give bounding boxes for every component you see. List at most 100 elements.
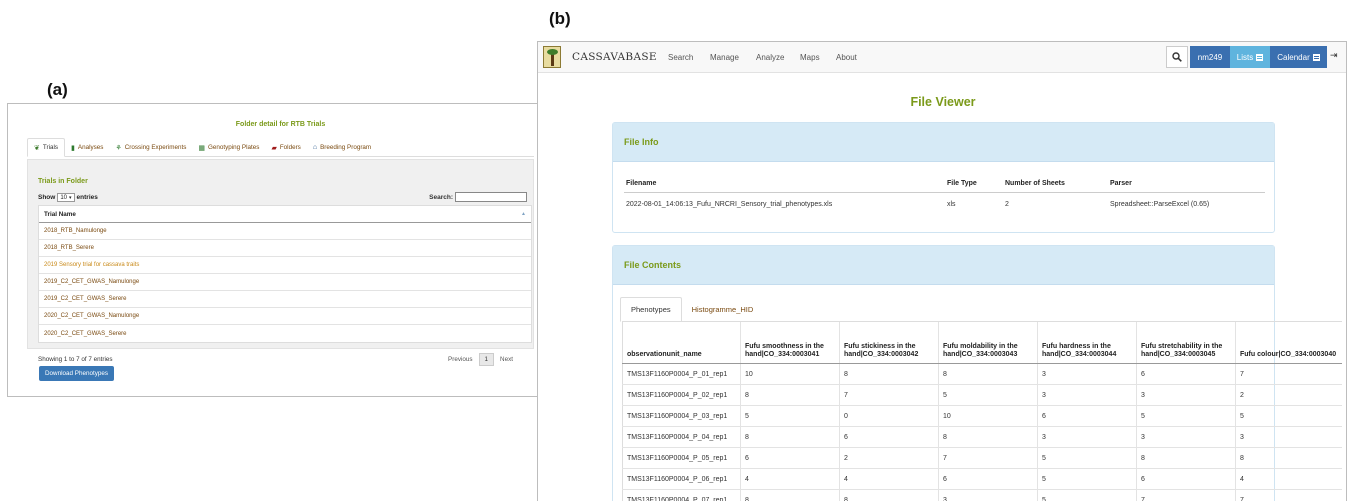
table-cell: 6 — [740, 448, 839, 468]
sheets-value: 2 — [1005, 201, 1009, 208]
column-header: Fufu hardness in the hand|CO_334:0003044 — [1037, 322, 1136, 363]
entries-label: entries — [76, 194, 98, 201]
cassava-logo-icon[interactable] — [543, 46, 561, 68]
table-cell: 7 — [839, 385, 938, 405]
table-body: TMS13F1160P0004_P_01_rep1 10 8 8 3 6 7 TMS13F11… — [622, 364, 1342, 501]
phenotypes-table: observationunit_name Fufu smoothness in … — [622, 321, 1342, 501]
column-header: observationunit_name — [622, 322, 740, 363]
filename-value: 2022-08-01_14:06:13_Fufu_NRCRI_Sensory_t… — [626, 201, 833, 208]
tab-label: Folders — [279, 144, 301, 151]
table-row[interactable]: 2018_RTB_Serere — [39, 240, 531, 257]
table-cell: 5 — [1037, 490, 1136, 501]
chevron-down-icon: ▾ — [69, 194, 72, 201]
page-title: File Viewer — [910, 95, 976, 109]
calendar-button[interactable]: Calendar — [1270, 46, 1327, 68]
logout-icon[interactable]: ⇥ — [1330, 50, 1338, 61]
table-cell: 4 — [839, 469, 938, 489]
table-row[interactable]: 2019 Sensory trial for cassava traits — [39, 257, 531, 274]
calendar-label: Calendar — [1277, 52, 1310, 62]
table-row: TMS13F1160P0004_P_07_rep1 8 8 3 5 7 7 — [622, 490, 1342, 501]
user-name: nm249 — [1197, 52, 1223, 62]
table-cell: 5 — [938, 385, 1037, 405]
lists-label: Lists — [1236, 52, 1254, 62]
nav-search[interactable]: Search — [668, 53, 693, 62]
table-cell: 2 — [839, 448, 938, 468]
tab-folders[interactable]: ▰ Folders — [265, 138, 306, 157]
column-header-trial-name[interactable]: Trial Name ▲ — [39, 206, 531, 223]
table-cell: 7 — [1235, 490, 1342, 501]
list-icon — [1256, 53, 1264, 61]
table-cell: TMS13F1160P0004_P_02_rep1 — [622, 385, 740, 405]
table-row[interactable]: 2020_C2_CET_GWAS_Namulonge — [39, 308, 531, 325]
table-cell: 5 — [1136, 406, 1235, 426]
table-row[interactable]: 2019_C2_CET_GWAS_Namulonge — [39, 274, 531, 291]
lists-button[interactable]: Lists — [1230, 46, 1270, 68]
brand-name[interactable]: CASSAVABASE — [572, 51, 657, 63]
previous-button[interactable]: Previous — [448, 356, 473, 363]
tab-analyses[interactable]: ▮ Analyses — [65, 138, 109, 157]
table-row: TMS13F1160P0004_P_04_rep1 8 6 8 3 3 3 — [622, 427, 1342, 448]
table-cell: TMS13F1160P0004_P_04_rep1 — [622, 427, 740, 447]
file-type-value: xls — [947, 201, 956, 208]
table-cell: TMS13F1160P0004_P_07_rep1 — [622, 490, 740, 501]
table-cell: 5 — [1235, 406, 1342, 426]
page-button[interactable]: 1 — [478, 353, 495, 366]
table-info: Showing 1 to 7 of 7 entries — [38, 356, 113, 363]
table-cell: 8 — [1136, 448, 1235, 468]
show-entries: Show 10 ▾ entries — [38, 193, 98, 202]
column-header: Fufu colour|CO_334:0003040 — [1235, 322, 1342, 363]
table-cell: 3 — [1136, 385, 1235, 405]
trials-in-folder-box: Trials in Folder Show 10 ▾ entries Searc… — [27, 159, 534, 366]
entries-select[interactable]: 10 ▾ — [57, 193, 75, 202]
user-button[interactable]: nm249 — [1190, 46, 1230, 68]
table-search: Search: — [429, 192, 527, 202]
nav-maps[interactable]: Maps — [800, 53, 820, 62]
column-header: Fufu moldability in the hand|CO_334:0003… — [938, 322, 1037, 363]
search-button[interactable] — [1166, 46, 1188, 68]
tab-breeding-program[interactable]: ⌂ Breeding Program — [307, 138, 377, 157]
table-cell: 7 — [1235, 364, 1342, 384]
table-row: TMS13F1160P0004_P_02_rep1 8 7 5 3 3 2 — [622, 385, 1342, 406]
bar-chart-icon: ▮ — [71, 144, 75, 152]
tab-label: Genotyping Plates — [207, 144, 260, 151]
nav-manage[interactable]: Manage — [710, 53, 739, 62]
tab-label: Breeding Program — [320, 144, 372, 151]
table-cell: 6 — [938, 469, 1037, 489]
table-cell: 0 — [839, 406, 938, 426]
tab-phenotypes[interactable]: Phenotypes — [620, 297, 682, 322]
next-button[interactable]: Next — [500, 356, 513, 363]
table-row[interactable]: 2020_C2_CET_GWAS_Serere — [39, 325, 531, 342]
search-input[interactable] — [455, 192, 527, 202]
header-file-type: File Type — [947, 180, 977, 187]
table-cell: 6 — [839, 427, 938, 447]
table-cell: TMS13F1160P0004_P_01_rep1 — [622, 364, 740, 384]
download-phenotypes-button[interactable]: Download Phenotypes — [39, 366, 115, 381]
table-cell: 3 — [1037, 385, 1136, 405]
folder-title: Folder detail for RTB Trials — [235, 121, 326, 128]
tab-crossing-experiments[interactable]: ⚘ Crossing Experiments — [109, 138, 192, 157]
tab-histogramme-hid[interactable]: Histogramme_HID — [682, 297, 764, 322]
table-cell: 3 — [1235, 427, 1342, 447]
sheet-tabs: Phenotypes Histogramme_HID — [620, 296, 1276, 322]
header-number-of-sheets: Number of Sheets — [1005, 180, 1065, 187]
table-cell: 5 — [1037, 448, 1136, 468]
search-label: Search: — [429, 193, 453, 201]
section-title: Trials in Folder — [38, 178, 88, 185]
table-cell: 6 — [1136, 364, 1235, 384]
table-cell: 5 — [1037, 469, 1136, 489]
table-cell: 8 — [740, 385, 839, 405]
tab-genotyping-plates[interactable]: ▦ Genotyping Plates — [192, 138, 265, 157]
table-row[interactable]: 2018_RTB_Namulonge — [39, 223, 531, 240]
nav-about[interactable]: About — [836, 53, 857, 62]
table-row: TMS13F1160P0004_P_03_rep1 5 0 10 6 5 5 — [622, 406, 1342, 427]
folder-detail: Folder detail for RTB Trials ❦ Trials ▮ … — [27, 112, 534, 390]
nav-analyze[interactable]: Analyze — [756, 53, 784, 62]
table-cell: 8 — [839, 364, 938, 384]
table-row: TMS13F1160P0004_P_05_rep1 6 2 7 5 8 8 — [622, 448, 1342, 469]
file-info-header: Filename File Type Number of Sheets Pars… — [624, 178, 1265, 193]
table-cell: 3 — [1136, 427, 1235, 447]
grid-icon: ▦ — [198, 144, 205, 152]
table-cell: 8 — [740, 427, 839, 447]
table-row[interactable]: 2019_C2_CET_GWAS_Serere — [39, 291, 531, 308]
tab-trials[interactable]: ❦ Trials — [27, 138, 66, 157]
